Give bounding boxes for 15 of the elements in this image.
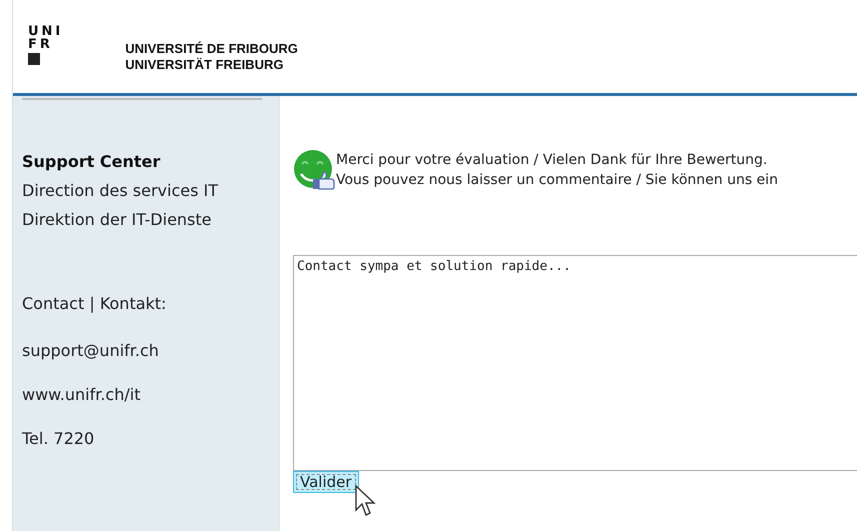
message-text: Merci pour votre évaluation / Vielen Dank für Ihre Bewertung. <box>336 151 768 170</box>
message-text: Vous pouvez nous laisser un commentaire / Sie können uns ein <box>336 171 778 190</box>
department-name: Direktion der IT-Dienste <box>22 209 212 231</box>
university-logo: UNI FR <box>28 25 64 65</box>
submit-button[interactable]: Valider <box>293 471 359 493</box>
contact-label: Contact | Kontakt: <box>22 293 168 315</box>
contact-info: www.unifr.ch/it <box>22 384 142 406</box>
university-name: UNIVERSITÉ DE FRIBOURG <box>125 41 298 57</box>
smiley-thumbs-up-icon <box>293 149 335 191</box>
department-name: Direction des services IT <box>22 180 220 202</box>
university-name: UNIVERSITÄT FREIBURG <box>125 57 284 73</box>
comment-field[interactable]: Contact sympa et solution rapide... <box>293 255 857 471</box>
contact-info: support@unifr.ch <box>22 340 160 362</box>
sidebar-title: Support Center <box>22 151 162 173</box>
contact-info: Tel. 7220 <box>22 428 96 450</box>
